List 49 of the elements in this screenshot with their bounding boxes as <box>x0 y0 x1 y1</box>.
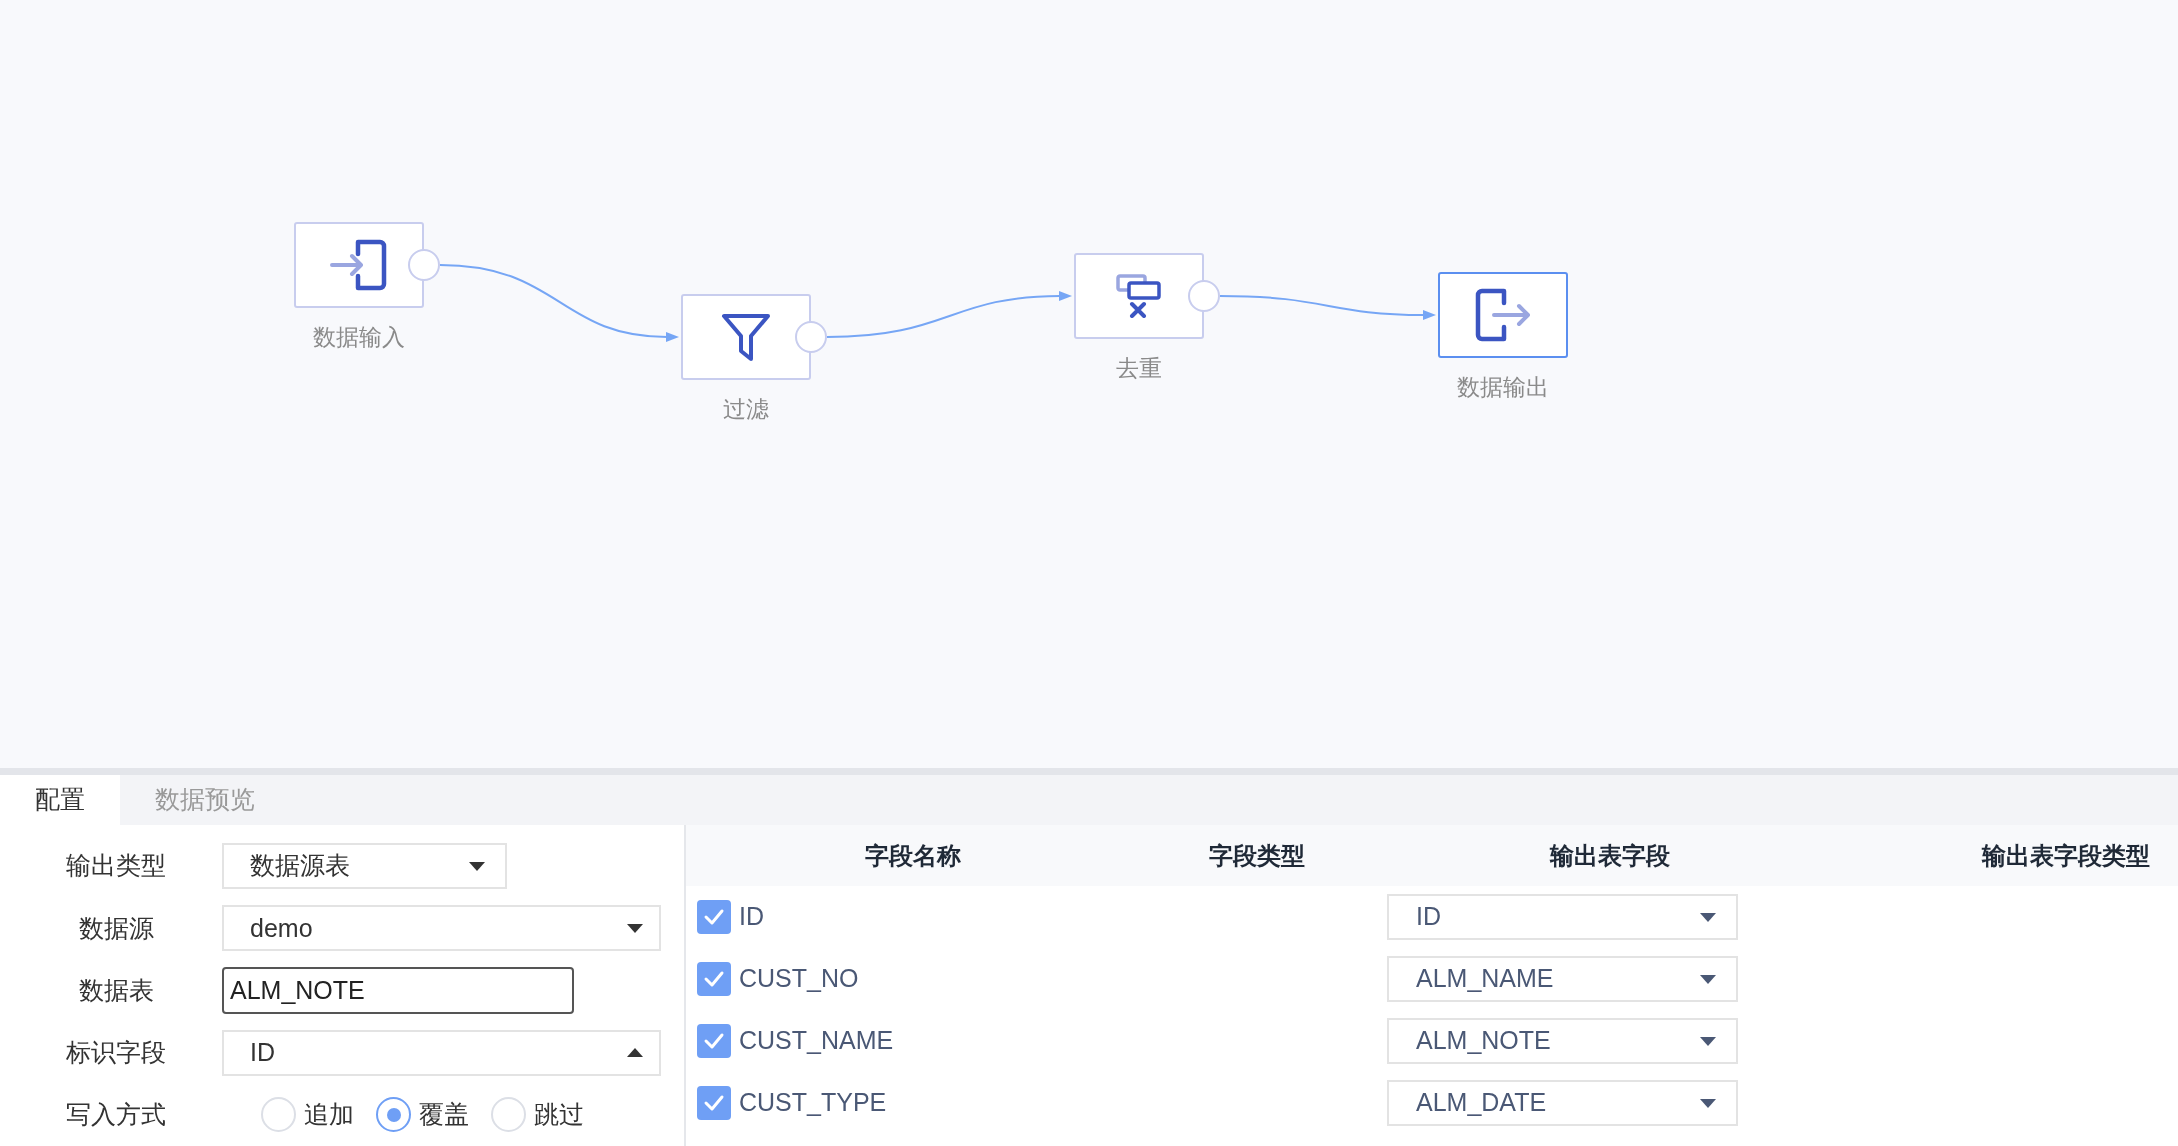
select-field[interactable]: ALM_DATE <box>1387 1080 1738 1126</box>
field-label: 输出类型 <box>65 850 167 882</box>
node-box[interactable] <box>1438 272 1568 358</box>
node-label: 数据输出 <box>1456 373 1550 402</box>
radio-option[interactable]: 覆盖 <box>376 1096 469 1134</box>
field-name: CUST_NAME <box>739 1025 894 1057</box>
select-field[interactable]: ALM_NAME <box>1387 956 1738 1002</box>
select-field[interactable]: ALM_NOTE <box>1387 1018 1738 1064</box>
field-name: CUST_NO <box>739 963 859 995</box>
caret-down-icon <box>1700 1098 1716 1108</box>
column-header: 输出表字段类型 <box>1982 841 2150 869</box>
select-field[interactable]: 数据源表 <box>222 843 507 890</box>
checkbox[interactable] <box>697 900 731 934</box>
node-label: 过滤 <box>722 395 770 424</box>
checkbox[interactable] <box>697 1086 731 1120</box>
checkbox[interactable] <box>697 962 731 996</box>
field-label: 数据源 <box>77 912 155 944</box>
column-header: 字段类型 <box>1209 841 1305 869</box>
select-field[interactable]: demo <box>222 905 661 952</box>
checkbox[interactable] <box>697 1024 731 1058</box>
field-label: 写入方式 <box>65 1099 167 1131</box>
node-box[interactable] <box>681 294 811 380</box>
caret-down-icon <box>1700 912 1716 922</box>
radio-option[interactable]: 跳过 <box>491 1096 584 1134</box>
field-label: 标识字段 <box>65 1036 167 1068</box>
select-field[interactable]: ID <box>1387 894 1738 940</box>
node-box[interactable] <box>294 222 424 308</box>
check-icon <box>703 908 725 926</box>
check-icon <box>703 970 725 988</box>
check-icon <box>703 1094 725 1112</box>
select-field[interactable]: ID <box>222 1029 661 1076</box>
sign-out-icon <box>1474 288 1532 342</box>
tab[interactable]: 配置 <box>0 775 120 825</box>
field-name: ID <box>739 901 764 933</box>
radio-option[interactable]: 追加 <box>261 1096 354 1134</box>
overlapping-boxes-x-icon <box>1116 274 1162 318</box>
node-box[interactable] <box>1074 253 1204 339</box>
filter-icon <box>720 311 772 363</box>
sign-in-icon <box>330 239 388 291</box>
column-header: 输出表字段 <box>1550 841 1670 869</box>
check-icon <box>703 1032 725 1050</box>
field-name: CUST_TYPE <box>739 1087 887 1119</box>
column-header: 字段名称 <box>865 841 961 869</box>
caret-down-icon <box>1700 974 1716 984</box>
field-label: 数据表 <box>77 974 155 1006</box>
node-label: 数据输入 <box>312 323 406 352</box>
caret-down-icon <box>1700 1036 1716 1046</box>
text-input[interactable]: ALM_NOTE <box>222 967 574 1014</box>
node-label: 去重 <box>1115 354 1163 383</box>
